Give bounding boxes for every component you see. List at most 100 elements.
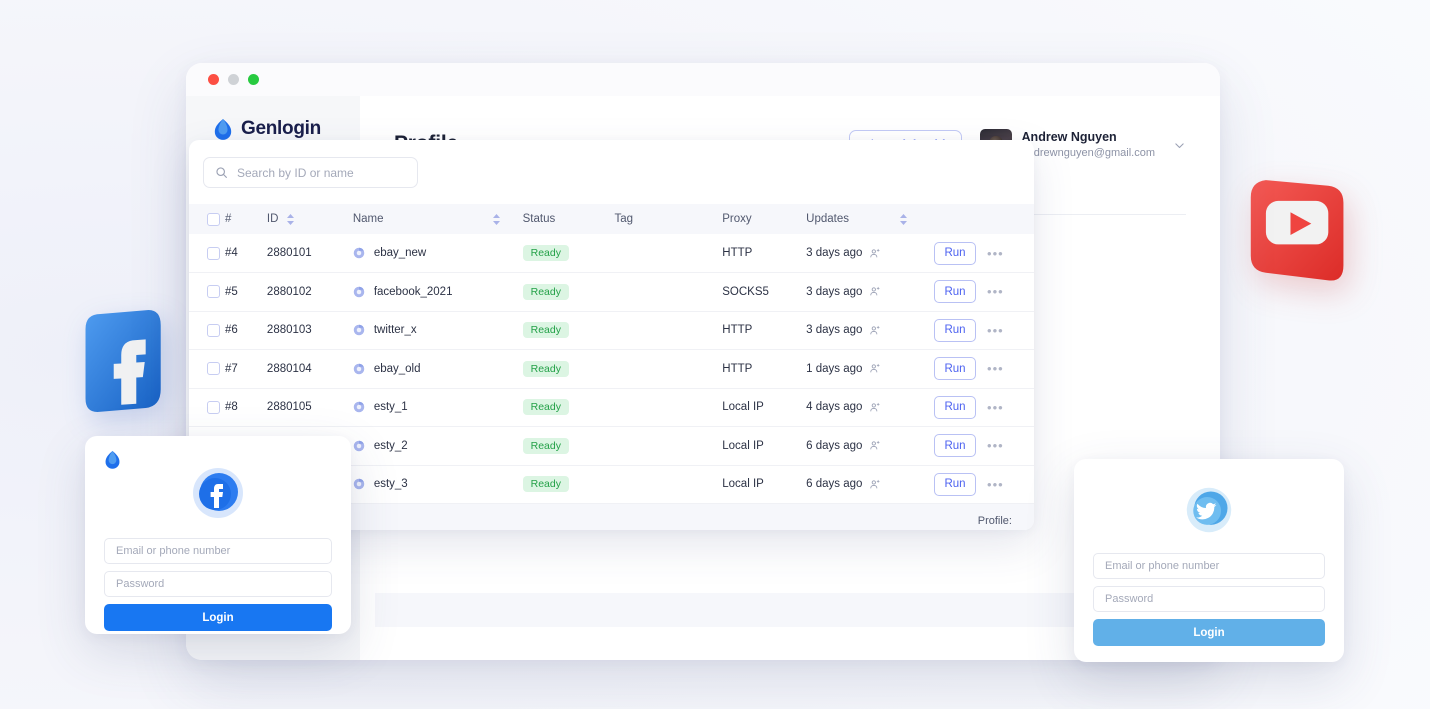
run-button[interactable]: Run	[934, 357, 976, 380]
th-status: Status	[523, 204, 615, 234]
cell-name: twitter_x	[353, 311, 523, 350]
cell-updates: 3 days ago	[806, 273, 934, 312]
row-checkbox[interactable]	[207, 401, 220, 414]
status-badge: Ready	[523, 476, 569, 492]
cell-tag	[615, 427, 723, 466]
profile-name: esty_2	[374, 440, 408, 452]
status-badge: Ready	[523, 399, 569, 415]
run-button[interactable]: Run	[934, 319, 976, 342]
cell-index: #5	[225, 273, 267, 312]
updates-text: 4 days ago	[806, 401, 862, 413]
cell-name: esty_3	[353, 465, 523, 504]
cell-tag	[615, 234, 723, 273]
cell-proxy: HTTP	[722, 234, 806, 273]
sort-icon[interactable]	[492, 214, 501, 225]
cell-status: Ready	[523, 427, 615, 466]
search-placeholder: Search by ID or name	[237, 166, 354, 180]
run-button[interactable]: Run	[934, 473, 976, 496]
password-field[interactable]: Password	[1093, 586, 1325, 612]
row-overflow-menu-button[interactable]: •••	[987, 284, 1004, 299]
table-row[interactable]: #62880103twitter_xReadyHTTP3 days agoRun…	[189, 311, 1034, 350]
cell-name: ebay_old	[353, 350, 523, 389]
th-tag: Tag	[615, 204, 723, 234]
run-button[interactable]: Run	[934, 434, 976, 457]
cell-status: Ready	[523, 388, 615, 427]
updates-text: 1 days ago	[806, 363, 862, 375]
cell-tag	[615, 465, 723, 504]
cell-id: 2880102	[267, 273, 353, 312]
sort-icon[interactable]	[899, 214, 908, 225]
cell-proxy: Local IP	[722, 465, 806, 504]
table-row[interactable]: #82880105esty_1ReadyLocal IP4 days agoRu…	[189, 388, 1034, 427]
row-checkbox[interactable]	[207, 247, 220, 260]
login-button[interactable]: Login	[1093, 619, 1325, 646]
cell-proxy: HTTP	[722, 311, 806, 350]
row-overflow-menu-button[interactable]: •••	[987, 400, 1004, 415]
shared-user-icon	[869, 402, 880, 413]
row-overflow-menu-button[interactable]: •••	[987, 246, 1004, 261]
profile-name: esty_3	[374, 478, 408, 490]
run-button[interactable]: Run	[934, 396, 976, 419]
run-button[interactable]: Run	[934, 242, 976, 265]
row-overflow-menu-button[interactable]: •••	[987, 477, 1004, 492]
cell-index: #4	[225, 234, 267, 273]
row-checkbox[interactable]	[207, 324, 220, 337]
window-maximize-button[interactable]	[248, 74, 259, 85]
chrome-icon	[353, 440, 365, 452]
cell-updates: 1 days ago	[806, 350, 934, 389]
table-row[interactable]: #72880104ebay_oldReadyHTTP1 days agoRun•…	[189, 350, 1034, 389]
email-field[interactable]: Email or phone number	[104, 538, 332, 564]
th-id[interactable]: ID	[267, 204, 353, 234]
cell-actions: Run •••	[934, 465, 1034, 504]
cell-proxy: Local IP	[722, 388, 806, 427]
profile-name: twitter_x	[374, 324, 417, 336]
cell-updates: 3 days ago	[806, 234, 934, 273]
table-row[interactable]: #42880101ebay_newReadyHTTP3 days agoRun•…	[189, 234, 1034, 273]
cell-status: Ready	[523, 311, 615, 350]
shared-user-icon	[869, 248, 880, 259]
th-index[interactable]: #	[225, 204, 267, 234]
cell-tag	[615, 388, 723, 427]
profile-name: ebay_new	[374, 247, 426, 259]
row-overflow-menu-button[interactable]: •••	[987, 361, 1004, 376]
login-button[interactable]: Login	[104, 604, 332, 631]
cell-status: Ready	[523, 350, 615, 389]
th-label: Updates	[806, 213, 849, 225]
row-checkbox[interactable]	[207, 362, 220, 375]
shared-user-icon	[869, 363, 880, 374]
cell-name: esty_2	[353, 427, 523, 466]
search-icon	[215, 166, 228, 179]
th-updates[interactable]: Updates	[806, 204, 934, 234]
password-field[interactable]: Password	[104, 571, 332, 597]
row-overflow-menu-button[interactable]: •••	[987, 438, 1004, 453]
chevron-down-icon[interactable]	[1173, 139, 1186, 152]
window-minimize-button[interactable]	[228, 74, 239, 85]
status-badge: Ready	[523, 245, 569, 261]
shared-user-icon	[869, 440, 880, 451]
row-overflow-menu-button[interactable]: •••	[987, 323, 1004, 338]
table-row[interactable]: #52880102facebook_2021ReadySOCKS53 days …	[189, 273, 1034, 312]
select-all-checkbox[interactable]	[207, 213, 220, 226]
sort-icon[interactable]	[286, 214, 295, 225]
cell-name: ebay_new	[353, 234, 523, 273]
email-field[interactable]: Email or phone number	[1093, 553, 1325, 579]
row-select-cell	[189, 273, 225, 312]
th-label: Status	[523, 213, 556, 225]
cell-proxy: HTTP	[722, 350, 806, 389]
table-header: # ID Name	[189, 204, 1034, 234]
cell-tag	[615, 273, 723, 312]
chrome-icon	[353, 286, 365, 298]
run-button[interactable]: Run	[934, 280, 976, 303]
th-label: ID	[267, 213, 279, 225]
status-badge: Ready	[523, 322, 569, 338]
profile-name: esty_1	[374, 401, 408, 413]
cell-id: 2880103	[267, 311, 353, 350]
window-close-button[interactable]	[208, 74, 219, 85]
th-actions	[934, 204, 1034, 234]
search-input[interactable]: Search by ID or name	[203, 157, 418, 188]
cell-actions: Run •••	[934, 234, 1034, 273]
shared-user-icon	[869, 479, 880, 490]
th-name[interactable]: Name	[353, 204, 523, 234]
updates-text: 3 days ago	[806, 286, 862, 298]
row-checkbox[interactable]	[207, 285, 220, 298]
